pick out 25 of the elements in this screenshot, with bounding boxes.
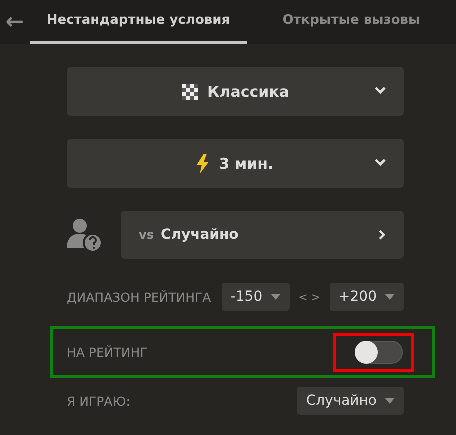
rating-max-select[interactable]: +200 [330, 283, 404, 311]
rating-range-label: ДИАПАЗОН РЕЙТИНГА [67, 290, 212, 304]
rated-toggle[interactable] [355, 340, 403, 364]
rated-label: НА РЕЙТИНГ [67, 344, 149, 360]
chevron-right-icon [379, 230, 386, 240]
back-button[interactable]: ← [0, 0, 30, 44]
time-dropdown[interactable]: 3 мин. [67, 139, 404, 188]
color-label: Я ИГРАЮ: [67, 394, 132, 408]
caret-icon [270, 294, 281, 300]
unknown-user-icon [67, 218, 103, 252]
chevron-down-icon [375, 87, 386, 95]
variant-dropdown[interactable]: Классика [67, 67, 404, 116]
rating-min-select[interactable]: -150 [222, 283, 290, 311]
color-select[interactable]: Случайно [297, 387, 404, 415]
tab[interactable]: Открытые вызовы [247, 0, 456, 44]
lightning-icon [197, 154, 210, 174]
range-separator: < > [298, 290, 321, 304]
caret-icon [385, 398, 395, 404]
checkerboard-icon [182, 84, 198, 100]
opponent-selector[interactable]: vs Случайно [121, 211, 404, 259]
tab[interactable]: Нестандартные условия [30, 0, 247, 44]
caret-icon [385, 294, 395, 300]
opponent-value: Случайно [160, 227, 239, 243]
chevron-down-icon [375, 159, 386, 167]
vs-label: vs [139, 228, 154, 242]
